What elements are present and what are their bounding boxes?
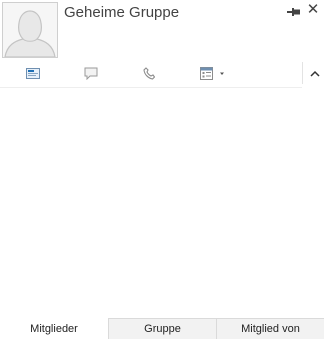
header-divider [0,87,302,88]
close-icon[interactable]: ✕ [305,1,321,19]
chevron-up-icon[interactable] [308,64,322,82]
tab-members[interactable]: Mitglieder [0,318,108,339]
contact-name: Geheime Gruppe [64,4,180,21]
schedule-meeting-icon[interactable] [199,62,227,84]
tab-bar: Mitglieder Gruppe Mitglied von [0,318,324,339]
person-silhouette-icon [3,3,57,57]
email-icon[interactable] [24,62,42,84]
tab-group[interactable]: Gruppe [108,318,216,339]
pin-icon[interactable] [287,5,301,19]
phone-icon[interactable] [140,62,158,84]
contact-action-toolbar [0,62,324,86]
toolbar-divider [302,62,303,84]
instant-message-icon[interactable] [82,62,100,84]
tab-member-of[interactable]: Mitglied von [216,318,324,339]
avatar [2,2,58,58]
